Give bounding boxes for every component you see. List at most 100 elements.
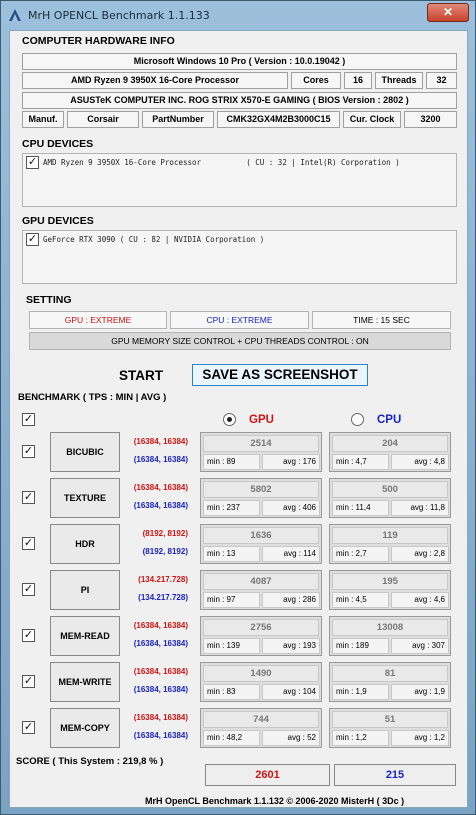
gpu-result: 5802 min : 237 avg : 406 — [200, 478, 322, 518]
close-icon[interactable]: ✕ — [427, 3, 469, 22]
gpu-result-avg: avg : 193 — [262, 638, 320, 654]
cpu-devices-list[interactable]: ✓ AMD Ryzen 9 3950X 16-Core Processor ( … — [22, 153, 457, 207]
cpu-result-value: 119 — [332, 527, 448, 544]
gpu-result-min: min : 83 — [203, 684, 260, 700]
gpu-score: 2601 — [205, 764, 330, 786]
cpu-radio[interactable] — [351, 413, 364, 426]
cpu-device-checkbox[interactable]: ✓ — [26, 156, 39, 169]
gpu-result-avg: avg : 176 — [262, 454, 320, 470]
gpu-devices-heading: GPU DEVICES — [22, 215, 94, 227]
row-cpu-size: (16384, 16384) — [133, 639, 188, 648]
manuf-value: Corsair — [67, 111, 139, 128]
clock-value: 3200 — [404, 111, 457, 128]
row-cpu-size: (16384, 16384) — [133, 455, 188, 464]
row-checkbox[interactable]: ✓ — [22, 583, 35, 596]
start-button[interactable]: START — [102, 366, 180, 388]
save-screenshot-button[interactable]: SAVE AS SCREENSHOT — [192, 364, 368, 386]
gpu-radio[interactable] — [223, 413, 236, 426]
cpu-result-avg: avg : 4,6 — [391, 592, 449, 608]
row-checkbox[interactable]: ✓ — [22, 491, 35, 504]
gpu-result-value: 1636 — [203, 527, 319, 544]
setting-heading: SETTING — [26, 294, 72, 306]
cpu-result: 119 min : 2,7 avg : 2,8 — [329, 524, 451, 564]
gpu-result: 2756 min : 139 avg : 193 — [200, 616, 322, 656]
cpu-result-avg: avg : 4,8 — [391, 454, 449, 470]
select-all-checkbox[interactable]: ✓ — [22, 413, 35, 426]
cpu-result-min: min : 4,7 — [332, 454, 389, 470]
cpu-result-avg: avg : 11,8 — [391, 500, 449, 516]
cpu-result: 51 min : 1,2 avg : 1,2 — [329, 708, 451, 748]
row-cpu-size: (8192, 8192) — [142, 547, 188, 556]
cores-value: 16 — [344, 72, 372, 89]
hardware-heading: COMPUTER HARDWARE INFO — [22, 35, 175, 47]
gpu-result: 1490 min : 83 avg : 104 — [200, 662, 322, 702]
cpu-result-avg: avg : 2,8 — [391, 546, 449, 562]
cpu-name: AMD Ryzen 9 3950X 16-Core Processor — [22, 72, 288, 89]
manuf-label: Manuf. — [22, 111, 64, 128]
row-checkbox[interactable]: ✓ — [22, 445, 35, 458]
setting-control: GPU MEMORY SIZE CONTROL + CPU THREADS CO… — [29, 332, 451, 350]
clock-label: Cur. Clock — [343, 111, 401, 128]
gpu-result-min: min : 13 — [203, 546, 260, 562]
cpu-result-avg: avg : 307 — [391, 638, 449, 654]
gpu-result: 1636 min : 13 avg : 114 — [200, 524, 322, 564]
cpu-result-value: 81 — [332, 665, 448, 682]
cpu-result: 13008 min : 189 avg : 307 — [329, 616, 451, 656]
gpu-result-avg: avg : 52 — [262, 730, 320, 746]
title-bar[interactable]: MrH OPENCL Benchmark 1.1.133 ✕ — [1, 1, 475, 29]
gpu-result-value: 1490 — [203, 665, 319, 682]
setting-time: TIME : 15 SEC — [312, 311, 451, 329]
row-cpu-size: (134.217.728) — [138, 593, 188, 602]
cpu-result: 81 min : 1,9 avg : 1,9 — [329, 662, 451, 702]
cpu-result-avg: avg : 1,2 — [391, 730, 449, 746]
gpu-device-item[interactable]: GeForce RTX 3090 ( CU : 82 | NVIDIA Corp… — [43, 235, 264, 244]
cpu-result-avg: avg : 1,9 — [391, 684, 449, 700]
gpu-result-avg: avg : 286 — [262, 592, 320, 608]
gpu-result: 744 min : 48,2 avg : 52 — [200, 708, 322, 748]
row-gpu-size: (16384, 16384) — [133, 483, 188, 492]
app-window: MrH OPENCL Benchmark 1.1.133 ✕ COMPUTER … — [0, 0, 476, 815]
cpu-score: 215 — [334, 764, 456, 786]
threads-value: 32 — [426, 72, 457, 89]
gpu-result-avg: avg : 406 — [262, 500, 320, 516]
cpu-result-value: 13008 — [332, 619, 448, 636]
gpu-device-checkbox[interactable]: ✓ — [26, 233, 39, 246]
gpu-radio-dot — [227, 417, 232, 422]
cpu-result-min: min : 2,7 — [332, 546, 389, 562]
gpu-result-min: min : 89 — [203, 454, 260, 470]
setting-cpu: CPU : EXTREME — [170, 311, 309, 329]
row-gpu-size: (16384, 16384) — [133, 667, 188, 676]
row-checkbox[interactable]: ✓ — [22, 629, 35, 642]
cpu-result-value: 51 — [332, 711, 448, 728]
cpu-device-item[interactable]: AMD Ryzen 9 3950X 16-Core Processor ( CU… — [43, 158, 400, 167]
gpu-column-label[interactable]: GPU — [249, 414, 274, 426]
row-cpu-size: (16384, 16384) — [133, 731, 188, 740]
cpu-result-value: 500 — [332, 481, 448, 498]
gpu-result-min: min : 97 — [203, 592, 260, 608]
cpu-result: 204 min : 4,7 avg : 4,8 — [329, 432, 451, 472]
cpu-column-label[interactable]: CPU — [377, 414, 401, 426]
partnumber-label: PartNumber — [142, 111, 214, 128]
gpu-result-avg: avg : 114 — [262, 546, 320, 562]
cpu-result-min: min : 1,2 — [332, 730, 389, 746]
cpu-result: 195 min : 4,5 avg : 4,6 — [329, 570, 451, 610]
gpu-devices-list[interactable]: ✓ GeForce RTX 3090 ( CU : 82 | NVIDIA Co… — [22, 230, 457, 284]
benchmark-heading: BENCHMARK ( TPS : MIN | AVG ) — [18, 392, 167, 403]
gpu-result: 2514 min : 89 avg : 176 — [200, 432, 322, 472]
cpu-devices-heading: CPU DEVICES — [22, 138, 94, 150]
partnumber-value: CMK32GX4M2B3000C15 — [217, 111, 340, 128]
gpu-result: 4087 min : 97 avg : 286 — [200, 570, 322, 610]
gpu-result-value: 2756 — [203, 619, 319, 636]
row-checkbox[interactable]: ✓ — [22, 675, 35, 688]
row-cpu-size: (16384, 16384) — [133, 685, 188, 694]
row-checkbox[interactable]: ✓ — [22, 721, 35, 734]
row-gpu-size: (134.217.728) — [138, 575, 188, 584]
cpu-result-value: 204 — [332, 435, 448, 452]
score-label: SCORE ( This System : 219,8 % ) — [16, 756, 164, 767]
board-info: ASUSTeK COMPUTER INC. ROG STRIX X570-E G… — [22, 92, 457, 109]
row-checkbox[interactable]: ✓ — [22, 537, 35, 550]
gpu-result-value: 744 — [203, 711, 319, 728]
row-gpu-size: (16384, 16384) — [133, 437, 188, 446]
gpu-result-value: 2514 — [203, 435, 319, 452]
setting-gpu: GPU : EXTREME — [29, 311, 167, 329]
